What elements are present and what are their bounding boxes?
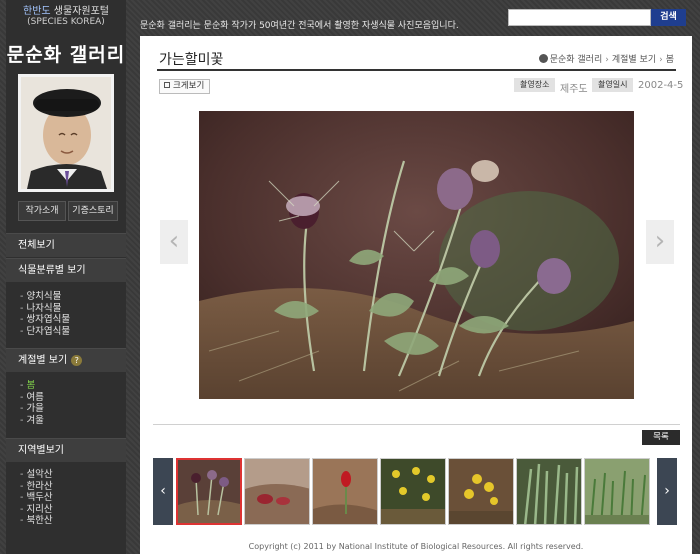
main-flower-photo [199, 111, 634, 399]
region-item[interactable]: - 북한산 [20, 515, 53, 527]
region-item[interactable]: - 지리산 [20, 504, 53, 516]
thumbnail-strip: ‹ › [153, 458, 677, 526]
author-intro-button[interactable]: 작가소개 [18, 201, 66, 221]
menu-classification[interactable]: 식물분류별 보기 [6, 258, 126, 282]
portal-name: 생물자원포털 [53, 6, 109, 17]
question-icon[interactable]: ? [71, 355, 83, 366]
thumbnail[interactable] [516, 458, 582, 525]
breadcrumb-home[interactable]: 문순화 갤러리 [550, 55, 603, 65]
portal-subtitle: (SPECIES KOREA) [27, 17, 105, 27]
thumbnail[interactable] [584, 458, 650, 525]
main-panel: 가는할미꽃 문순화 갤러리 › 계절별 보기 › 봄 크게보기 촬영장소 제주도 촬영일… [140, 36, 692, 554]
season-item-active[interactable]: -봄 [20, 380, 44, 392]
thumbnail[interactable] [244, 458, 310, 525]
date-value: 2002-4-5 [638, 80, 684, 91]
thumb-prev-button[interactable]: ‹ [153, 458, 173, 525]
classification-item[interactable]: - 양치식물 [20, 291, 70, 303]
search-button[interactable]: 검색 [651, 9, 686, 26]
menu-season-label: 계절별 보기 [18, 355, 68, 366]
list-button[interactable]: 목록 [642, 430, 680, 445]
region-item[interactable]: - 한라산 [20, 481, 53, 493]
portal-accent: 한반도 [23, 6, 51, 17]
gallery-logo[interactable]: 문순화 갤러리 [6, 40, 126, 67]
region-list: - 설악산 - 한라산 - 백두산 - 지리산 - 북한산 [20, 469, 53, 527]
classification-list: - 양치식물 - 나자식물 - 쌍자엽식물 - 단자엽식물 [20, 291, 70, 337]
magnify-icon [164, 82, 170, 88]
search-input[interactable] [508, 9, 651, 26]
season-item[interactable]: - 가을 [20, 403, 44, 415]
home-icon [538, 54, 548, 63]
enlarge-label: 크게보기 [173, 81, 205, 91]
menu-view-all[interactable]: 전체보기 [6, 233, 126, 257]
season-item[interactable]: - 겨울 [20, 415, 44, 427]
menu-region[interactable]: 지역별보기 [6, 438, 126, 462]
thumbnail[interactable] [448, 458, 514, 525]
copyright: Copyright (c) 2011 by National Institute… [248, 542, 584, 551]
next-photo-button[interactable]: › [646, 220, 674, 264]
breadcrumb-season[interactable]: 계절별 보기 [612, 55, 656, 65]
sidebar: 한반도 생물자원포털 (SPECIES KOREA) 문순화 갤러리 작가소개 … [6, 0, 126, 554]
page-title: 가는할미꽃 [159, 52, 224, 68]
menu-season[interactable]: 계절별 보기? [6, 348, 126, 372]
region-item[interactable]: - 백두산 [20, 492, 53, 504]
thumb-next-button[interactable]: › [657, 458, 677, 525]
author-portrait [18, 74, 114, 192]
place-value: 제주도 [560, 84, 588, 95]
enlarge-button[interactable]: 크게보기 [159, 79, 211, 94]
breadcrumb: 문순화 갤러리 › 계절별 보기 › 봄 [538, 52, 674, 65]
thumbnail-selected[interactable] [176, 458, 242, 525]
season-item[interactable]: - 여름 [20, 392, 44, 404]
donation-story-button[interactable]: 기증스토리 [68, 201, 118, 221]
thumbnail[interactable] [312, 458, 378, 525]
date-tag: 촬영일시 [592, 78, 634, 92]
content-divider [153, 424, 680, 425]
classification-item[interactable]: - 단자엽식물 [20, 326, 70, 338]
thumbnail[interactable] [380, 458, 446, 525]
place-tag: 촬영장소 [514, 78, 556, 92]
breadcrumb-current[interactable]: 봄 [666, 55, 674, 65]
classification-item[interactable]: - 쌍자엽식물 [20, 314, 70, 326]
prev-photo-button[interactable]: ‹ [160, 220, 188, 264]
title-divider [157, 69, 676, 71]
gallery-description: 문순화 갤러리는 문순화 작가가 50여년간 전국에서 촬영한 자생식물 사진모… [140, 21, 459, 31]
season-list: -봄 - 여름 - 가을 - 겨울 [20, 380, 44, 426]
classification-item[interactable]: - 나자식물 [20, 303, 70, 315]
region-item[interactable]: - 설악산 [20, 469, 53, 481]
